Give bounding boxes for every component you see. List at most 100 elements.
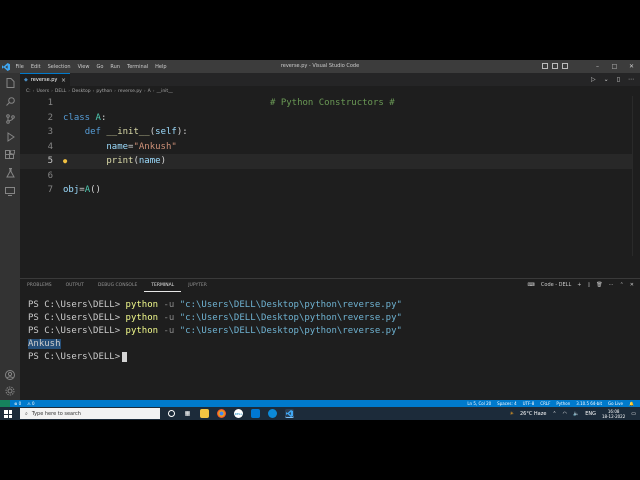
chevron-right-icon: › [68,88,71,94]
maximize-panel-icon[interactable]: ⌃ [620,282,624,288]
status-left: ⊗ 0 ⚠ 0 [14,401,35,406]
search-icon[interactable] [4,95,16,107]
status-language[interactable]: Python [556,401,570,406]
menu-view[interactable]: View [74,64,93,70]
code-editor[interactable]: 1 # Python Constructors # 2 class A: 3 d… [20,96,632,256]
tab-jupyter[interactable]: JUPYTER [181,279,214,292]
toggle-sidebar-icon[interactable] [542,63,548,69]
new-terminal-icon[interactable]: + [577,282,581,288]
tab-terminal[interactable]: TERMINAL [144,279,182,292]
notification-center-icon[interactable]: ▭ [631,411,636,417]
maximize-button[interactable]: □ [606,60,623,73]
terminal-icon: ⌨ [527,282,535,288]
taskbar-apps: ▦ DELL [168,409,294,418]
status-go-live[interactable]: Go Live [608,401,623,406]
tab-debug-console[interactable]: DEBUG CONSOLE [91,279,144,292]
terminal-selector[interactable]: Code - DELL [541,282,571,288]
close-panel-icon[interactable]: ✕ [630,282,634,288]
breadcrumb-item[interactable]: Users [36,89,49,94]
volume-icon[interactable]: 🔈 [573,411,579,417]
line-number: 3 [47,127,53,138]
more-actions-icon[interactable]: ⋯ [609,282,614,288]
testing-icon[interactable] [4,167,16,179]
terminal-line: PS C:\Users\DELL> python -u "c:\Users\DE… [28,299,402,312]
menu-bar: File Edit Selection View Go Run Terminal… [12,64,170,70]
close-tab-icon[interactable]: × [61,77,66,84]
terminal-output[interactable]: PS C:\Users\DELL> python -u "c:\Users\DE… [28,299,402,364]
terminal-prompt: PS C:\Users\DELL> [28,352,121,362]
breadcrumb-item[interactable]: Desktop [72,89,91,94]
menu-file[interactable]: File [12,64,27,70]
tab-reverse-py[interactable]: ◆ reverse.py × [20,73,70,86]
status-errors[interactable]: ⊗ 0 [14,401,21,406]
explorer-icon[interactable] [4,77,16,89]
system-tray: ☀ 26°C Haze ⌃ ◠ 🔈 ENG 16:08 18-12-2022 ▭ [509,408,636,419]
split-editor-icon[interactable]: ▯ [617,76,620,83]
chevron-down-icon[interactable]: ⌄ [604,76,609,83]
tab-problems[interactable]: PROBLEMS [20,279,59,292]
layout-controls [542,63,568,69]
code-text: name="Ankush" [106,141,177,152]
status-encoding[interactable]: UTF-8 [523,401,535,406]
code-line: 2 class A: [20,111,632,126]
code-line-active: 5 ● print(name) [20,154,632,169]
source-control-icon[interactable] [4,113,16,125]
terminal-path: "c:\Users\DELL\Desktop\python\reverse.py… [179,300,402,310]
status-interpreter[interactable]: 3.10.5 64-bit [576,401,602,406]
breadcrumb-item[interactable]: A [148,89,151,94]
menu-help[interactable]: Help [152,64,170,70]
breadcrumb-item[interactable]: __init__ [157,89,173,94]
taskbar-search-box[interactable]: ⌕ Type here to search [20,408,160,419]
vscode-taskbar-icon[interactable] [285,409,294,418]
variable-name: name [138,156,161,167]
split-terminal-icon[interactable]: ▯ [587,282,590,288]
status-eol[interactable]: CRLF [540,401,550,406]
close-button[interactable]: ✕ [623,60,640,73]
minimize-button[interactable]: – [589,60,606,73]
chevron-right-icon: › [32,88,35,94]
edge-icon[interactable] [268,409,277,418]
extensions-icon[interactable] [4,149,16,161]
breadcrumb-item[interactable]: python [96,89,112,94]
grid-app-icon[interactable]: ▦ [183,409,192,418]
account-icon[interactable] [4,369,16,381]
notifications-bell-icon[interactable]: 🔔 [629,401,634,406]
settings-gear-icon[interactable] [4,385,16,397]
tab-output[interactable]: OUTPUT [59,279,91,292]
editor-scrollbar[interactable] [632,96,640,256]
taskbar-clock[interactable]: 16:08 18-12-2022 [602,409,625,419]
dell-icon[interactable]: DELL [234,409,243,418]
kill-terminal-icon[interactable]: 🗑 [596,282,602,288]
file-explorer-icon[interactable] [200,409,209,418]
remote-explorer-icon[interactable] [4,185,16,197]
status-cursor-position[interactable]: Ln 5, Col 20 [467,401,491,406]
run-python-file-icon[interactable]: ▷ [591,76,596,83]
status-bar: ⊗ 0 ⚠ 0 Ln 5, Col 20 Spaces: 4 UTF-8 CRL… [0,400,640,407]
breadcrumb-item[interactable]: reverse.py [118,89,142,94]
breadcrumb-item[interactable]: C: [26,89,31,94]
more-actions-icon[interactable]: ⋯ [628,76,634,83]
task-view-icon[interactable] [168,410,175,417]
breadcrumb-item[interactable]: DELL [55,89,66,94]
tray-chevron-icon[interactable]: ⌃ [552,411,556,417]
menu-selection[interactable]: Selection [44,64,74,70]
weather-text[interactable]: 26°C Haze [520,411,546,417]
run-debug-icon[interactable] [4,131,16,143]
menu-run[interactable]: Run [107,64,124,70]
menu-edit[interactable]: Edit [27,64,44,70]
chrome-icon[interactable] [217,409,226,418]
remote-indicator-icon[interactable] [0,400,10,407]
chevron-right-icon: › [143,88,146,94]
terminal-prompt: PS C:\Users\DELL> [28,313,121,323]
menu-terminal[interactable]: Terminal [124,64,152,70]
network-icon[interactable]: ◠ [563,411,567,417]
input-language[interactable]: ENG [585,411,596,417]
editor-actions: ▷ ⌄ ▯ ⋯ [591,76,634,83]
mail-icon[interactable] [251,409,260,418]
windows-start-icon[interactable] [4,410,12,418]
status-indentation[interactable]: Spaces: 4 [497,401,516,406]
toggle-panel-icon[interactable] [552,63,558,69]
status-warnings[interactable]: ⚠ 0 [27,401,34,406]
toggle-secondary-sidebar-icon[interactable] [562,63,568,69]
menu-go[interactable]: Go [93,64,107,70]
